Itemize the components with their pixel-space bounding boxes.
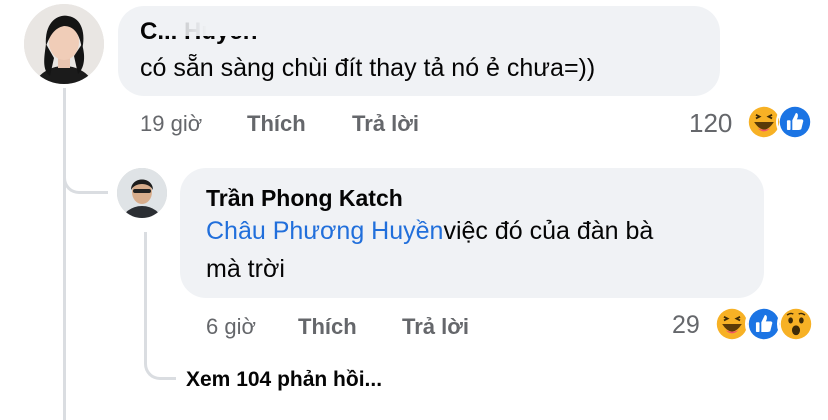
comment-text: có sẵn sàng chùi đít thay tả nó ẻ chưa=)… <box>140 54 596 82</box>
view-more-replies-link[interactable]: Xem 104 phản hồi... <box>186 368 382 392</box>
reply-text: việc đó của đàn bà <box>443 217 654 245</box>
reply-text-line1: Châu Phương Huyềnviệc đó của đàn bà <box>206 217 653 246</box>
reply-like-button[interactable]: Thích <box>298 314 357 340</box>
user-photo-icon <box>24 4 104 84</box>
author-redaction <box>160 14 398 36</box>
thread-line-reply-connector <box>63 150 108 194</box>
wow-icon <box>777 305 815 343</box>
mention-link[interactable]: Châu Phương Huyền <box>206 217 443 245</box>
reply-reply-button[interactable]: Trả lời <box>402 314 469 340</box>
reply-avatar[interactable] <box>117 168 167 218</box>
comment-reaction-count[interactable]: 120 <box>689 108 732 139</box>
reply-author[interactable]: Trần Phong Katch <box>206 185 403 212</box>
user-photo-icon <box>117 168 167 218</box>
comment-reply-button[interactable]: Trả lời <box>352 111 419 137</box>
like-icon <box>776 103 814 141</box>
comment-time[interactable]: 19 giờ <box>140 111 202 137</box>
comment-like-button[interactable]: Thích <box>247 111 306 137</box>
thread-line-main <box>63 88 66 420</box>
reply-time[interactable]: 6 giờ <box>206 314 256 340</box>
thread-line-view-connector <box>144 330 176 380</box>
avatar[interactable] <box>24 4 104 84</box>
reply-text-line2: mà trời <box>206 255 285 283</box>
reply-reaction-count[interactable]: 29 <box>672 311 700 340</box>
